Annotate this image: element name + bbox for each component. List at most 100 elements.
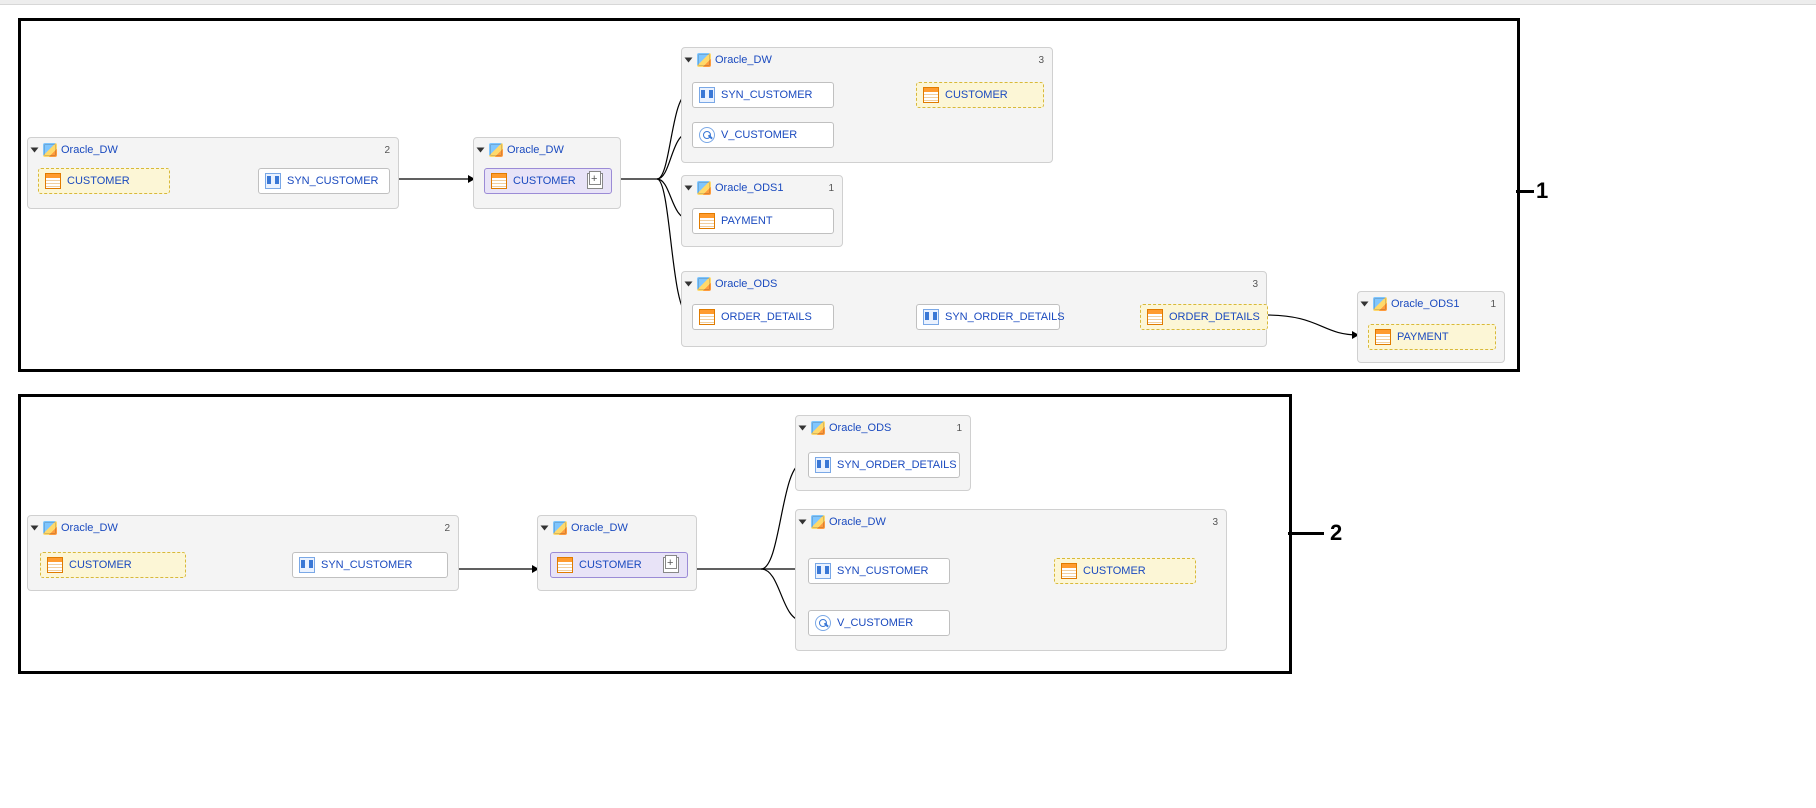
table-icon (699, 213, 715, 229)
table-icon (699, 309, 715, 325)
group-title: Oracle_ODS1 (1391, 298, 1459, 310)
group-oracle-ods1-1f[interactable]: Oracle_ODS1 1 PAYMENT (1357, 291, 1505, 363)
table-icon (923, 87, 939, 103)
node-label: V_CUSTOMER (837, 617, 913, 629)
chevron-down-icon (1361, 302, 1369, 307)
group-title: Oracle_DW (715, 54, 772, 66)
chevron-down-icon (685, 282, 693, 287)
node-label: SYN_ORDER_DETAILS (945, 311, 1065, 323)
group-title: Oracle_DW (507, 144, 564, 156)
node-label: SYN_CUSTOMER (721, 89, 812, 101)
synonym-icon (923, 309, 939, 325)
chevron-down-icon (799, 520, 807, 525)
node-syn-order-details[interactable]: SYN_ORDER_DETAILS (808, 452, 960, 478)
chevron-down-icon (799, 426, 807, 431)
group-oracle-ods1-1d[interactable]: Oracle_ODS1 1 PAYMENT (681, 175, 843, 247)
database-icon (697, 53, 711, 67)
group-count: 1 (828, 183, 836, 194)
chevron-down-icon (477, 148, 485, 153)
group-count: 3 (1212, 517, 1220, 528)
node-label: CUSTOMER (579, 559, 642, 571)
group-count: 2 (444, 523, 452, 534)
table-icon (1375, 329, 1391, 345)
table-icon (1061, 563, 1077, 579)
chevron-down-icon (685, 58, 693, 63)
database-icon (1373, 297, 1387, 311)
node-order-details[interactable]: ORDER_DETAILS (692, 304, 834, 330)
synonym-icon (699, 87, 715, 103)
view-icon (699, 127, 715, 143)
node-label: SYN_CUSTOMER (837, 565, 928, 577)
node-label: SYN_CUSTOMER (321, 559, 412, 571)
database-icon (697, 277, 711, 291)
table-icon (491, 173, 507, 189)
node-customer[interactable]: CUSTOMER (1054, 558, 1196, 584)
node-customer[interactable]: CUSTOMER (916, 82, 1044, 108)
database-icon (553, 521, 567, 535)
node-label: V_CUSTOMER (721, 129, 797, 141)
node-v-customer[interactable]: V_CUSTOMER (692, 122, 834, 148)
copy-icon (587, 173, 603, 189)
top-divider (0, 0, 1816, 5)
node-order-details[interactable]: ORDER_DETAILS (1140, 304, 1268, 330)
node-v-customer[interactable]: V_CUSTOMER (808, 610, 950, 636)
group-oracle-ods-2c[interactable]: Oracle_ODS 1 SYN_ORDER_DETAILS (795, 415, 971, 491)
node-syn-customer[interactable]: SYN_CUSTOMER (808, 558, 950, 584)
group-oracle-dw-1b[interactable]: Oracle_DW CUSTOMER (473, 137, 621, 209)
group-oracle-dw-1a[interactable]: Oracle_DW 2 CUSTOMER SYN_CUSTOMER (27, 137, 399, 209)
table-icon (557, 557, 573, 573)
table-icon (45, 173, 61, 189)
chevron-down-icon (31, 526, 39, 531)
node-label: PAYMENT (1397, 331, 1449, 343)
chevron-down-icon (31, 148, 39, 153)
group-count: 1 (1490, 299, 1498, 310)
group-oracle-dw-2a[interactable]: Oracle_DW 2 CUSTOMER SYN_CUSTOMER (27, 515, 459, 591)
frame-2-label: 2 (1330, 520, 1342, 546)
database-icon (811, 515, 825, 529)
chevron-down-icon (685, 186, 693, 191)
group-title: Oracle_ODS1 (715, 182, 783, 194)
frame-1: Oracle_DW 2 CUSTOMER SYN_CUSTOMER Oracle… (18, 18, 1520, 372)
frame-1-tick (1516, 190, 1534, 193)
database-icon (43, 521, 57, 535)
synonym-icon (265, 173, 281, 189)
node-label: CUSTOMER (67, 175, 130, 187)
node-customer[interactable]: CUSTOMER (40, 552, 186, 578)
synonym-icon (815, 563, 831, 579)
group-oracle-dw-2d[interactable]: Oracle_DW 3 SYN_CUSTOMER V_CUSTOMER CUST… (795, 509, 1227, 651)
node-payment[interactable]: PAYMENT (1368, 324, 1496, 350)
database-icon (697, 181, 711, 195)
node-label: PAYMENT (721, 215, 773, 227)
synonym-icon (299, 557, 315, 573)
node-label: CUSTOMER (1083, 565, 1146, 577)
group-count: 3 (1038, 55, 1046, 66)
node-customer[interactable]: CUSTOMER (38, 168, 170, 194)
node-syn-customer[interactable]: SYN_CUSTOMER (258, 168, 390, 194)
group-oracle-ods-1e[interactable]: Oracle_ODS 3 ORDER_DETAILS SYN_ORDER_DET… (681, 271, 1267, 347)
group-oracle-dw-2b[interactable]: Oracle_DW CUSTOMER (537, 515, 697, 591)
node-label: CUSTOMER (513, 175, 576, 187)
group-oracle-dw-1c[interactable]: Oracle_DW 3 SYN_CUSTOMER V_CUSTOMER CUST… (681, 47, 1053, 163)
node-syn-customer[interactable]: SYN_CUSTOMER (692, 82, 834, 108)
table-icon (1147, 309, 1163, 325)
group-count: 1 (956, 423, 964, 434)
group-title: Oracle_ODS (715, 278, 777, 290)
view-icon (815, 615, 831, 631)
frame-1-label: 1 (1536, 178, 1548, 204)
frame-2: Oracle_DW 2 CUSTOMER SYN_CUSTOMER Oracle… (18, 394, 1292, 674)
copy-icon (663, 557, 679, 573)
table-icon (47, 557, 63, 573)
synonym-icon (815, 457, 831, 473)
group-count: 3 (1252, 279, 1260, 290)
node-syn-customer[interactable]: SYN_CUSTOMER (292, 552, 448, 578)
node-customer-selected[interactable]: CUSTOMER (484, 168, 612, 194)
group-title: Oracle_DW (61, 522, 118, 534)
node-label: ORDER_DETAILS (721, 311, 812, 323)
node-payment[interactable]: PAYMENT (692, 208, 834, 234)
node-syn-order-details[interactable]: SYN_ORDER_DETAILS (916, 304, 1060, 330)
database-icon (811, 421, 825, 435)
chevron-down-icon (541, 526, 549, 531)
database-icon (489, 143, 503, 157)
node-label: ORDER_DETAILS (1169, 311, 1260, 323)
node-customer-selected[interactable]: CUSTOMER (550, 552, 688, 578)
